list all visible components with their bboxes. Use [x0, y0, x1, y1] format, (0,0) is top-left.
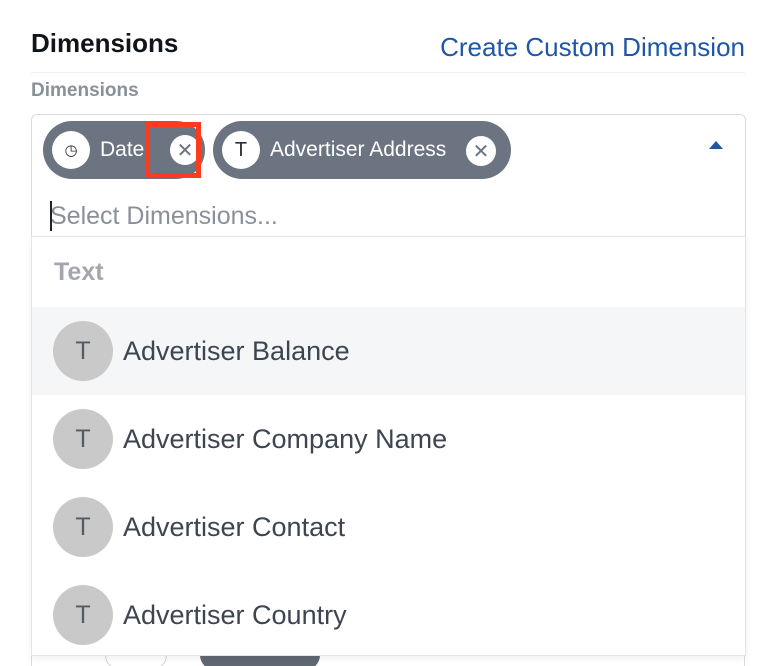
section-title: Dimensions [31, 28, 179, 58]
option-label: Advertiser Country [123, 599, 347, 630]
dimensions-dropdown: Text T Advertiser Balance T Advertiser C… [31, 236, 746, 656]
clock-icon: ◷ [52, 131, 90, 169]
option-label: Advertiser Company Name [123, 423, 448, 454]
dimensions-search-input[interactable] [50, 199, 730, 233]
header-divider [31, 72, 745, 73]
option-label: Advertiser Balance [123, 335, 350, 366]
group-header-text: Text [54, 257, 104, 286]
option-advertiser-company-name[interactable]: T Advertiser Company Name [32, 395, 745, 483]
chip-label: Date [100, 138, 145, 161]
option-advertiser-balance[interactable]: T Advertiser Balance [32, 307, 745, 395]
option-advertiser-country[interactable]: T Advertiser Country [32, 571, 745, 655]
dimensions-multiselect[interactable]: ◷ Date ✕ T Advertiser Address ✕ [31, 114, 746, 244]
create-custom-dimension-link[interactable]: Create Custom Dimension [440, 32, 745, 63]
text-type-icon: T [53, 585, 113, 645]
caret-up-icon[interactable] [709, 141, 723, 149]
dimensions-field-label: Dimensions [31, 80, 139, 101]
chip-date: ◷ Date ✕ [43, 121, 205, 179]
text-type-icon: T [53, 497, 113, 557]
option-label: Advertiser Contact [123, 511, 346, 542]
chip-advertiser-address: T Advertiser Address ✕ [213, 121, 511, 179]
remove-advertiser-address-chip-button[interactable]: ✕ [466, 136, 496, 166]
text-type-icon: T [222, 131, 260, 169]
text-type-icon: T [53, 409, 113, 469]
remove-date-chip-button[interactable]: ✕ [170, 135, 200, 165]
option-advertiser-contact[interactable]: T Advertiser Contact [32, 483, 745, 571]
text-type-icon: T [53, 321, 113, 381]
text-cursor [50, 201, 52, 231]
chip-label: Advertiser Address [270, 138, 447, 161]
